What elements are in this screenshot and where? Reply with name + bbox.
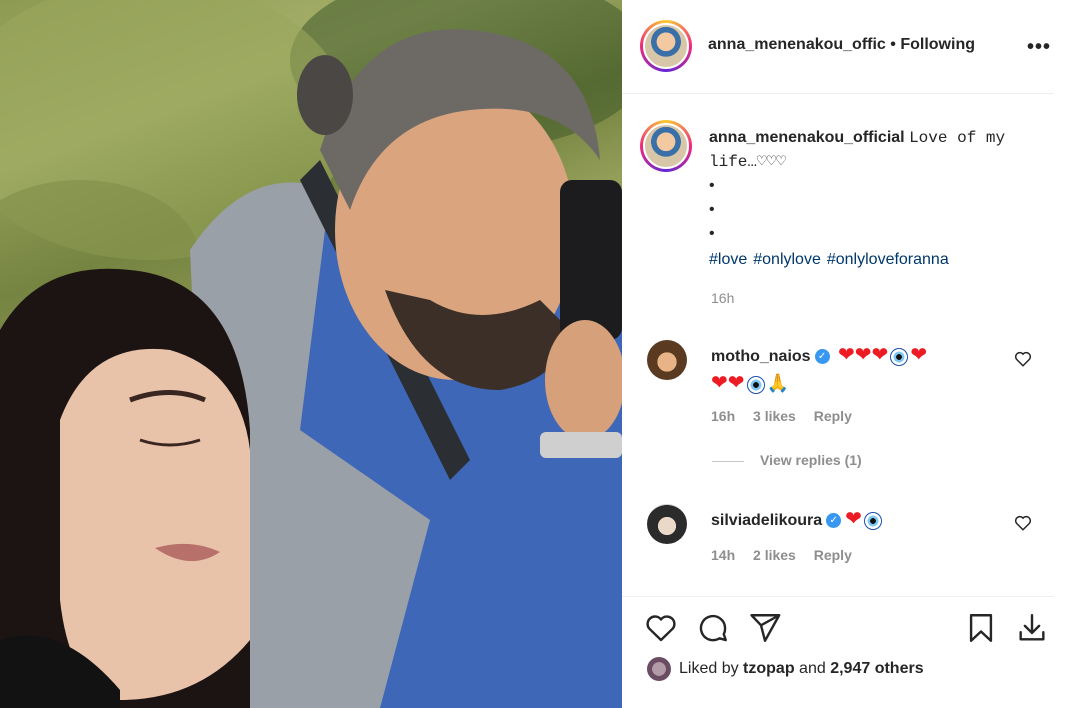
author-avatar[interactable] xyxy=(640,20,692,72)
header-separator: • xyxy=(890,36,896,53)
caption-line2: life…♡♡♡ xyxy=(709,153,786,171)
liked-by-prefix: Liked by xyxy=(679,660,739,678)
comment-like-icon[interactable] xyxy=(1014,514,1032,537)
photo-illustration xyxy=(0,0,622,708)
comment-item: silviadelikoura ✓ ❤ 14h 2 likes Reply xyxy=(622,502,1054,572)
red-heart-emoji: ❤ xyxy=(727,372,745,394)
header-user-line: anna_menenakou_offic • Following xyxy=(708,36,975,54)
comment-username[interactable]: motho_naios xyxy=(711,348,811,365)
others-count[interactable]: 2,947 others xyxy=(830,660,923,677)
verified-badge-icon: ✓ xyxy=(826,513,842,529)
comment-likes[interactable]: 3 likes xyxy=(753,408,796,424)
red-heart-emoji: ❤ xyxy=(711,372,728,394)
share-icon[interactable] xyxy=(748,611,782,650)
post-header: anna_menenakou_offic • Following ••• xyxy=(622,0,1054,94)
header-username[interactable]: anna_menenakou_offic xyxy=(708,36,886,53)
post-sidebar: anna_menenakou_offic • Following ••• ann… xyxy=(622,0,1065,708)
evil-eye-emoji xyxy=(890,347,909,366)
view-replies-label: View replies (1) xyxy=(760,452,862,468)
view-replies-button[interactable]: View replies (1) xyxy=(712,452,862,468)
heart-icon[interactable] xyxy=(644,611,678,650)
more-options-icon[interactable]: ••• xyxy=(1027,36,1051,59)
post-actions-bar: Liked by tzopap and 2,947 others xyxy=(622,596,1054,708)
comment-likes[interactable]: 2 likes xyxy=(753,547,796,563)
hashtag-list: #love #onlylove #onlyloveforanna xyxy=(709,248,1039,272)
liker-username[interactable]: tzopap xyxy=(743,660,795,677)
comment-icon[interactable] xyxy=(696,611,730,650)
download-icon[interactable] xyxy=(1015,611,1049,650)
red-heart-emoji: ❤ xyxy=(871,344,889,366)
caption-line1: Love of my xyxy=(909,129,1006,147)
comment-time[interactable]: 14h xyxy=(711,547,735,563)
bookmark-icon[interactable] xyxy=(964,611,998,650)
post-photo[interactable] xyxy=(0,0,622,708)
comment-meta: 14h 2 likes Reply xyxy=(711,547,866,563)
comment-meta: 16h 3 likes Reply xyxy=(711,408,866,424)
red-heart-emoji: ❤ xyxy=(838,344,855,366)
hashtag-link[interactable]: #onlyloveforanna xyxy=(827,251,949,268)
red-heart-emoji: ❤ xyxy=(854,344,872,366)
reply-button[interactable]: Reply xyxy=(814,547,852,563)
caption-time[interactable]: 16h xyxy=(711,290,734,306)
caption-text: anna_menenakou_official Love of my life…… xyxy=(709,126,1039,272)
caption-dot: • xyxy=(709,225,715,242)
following-button[interactable]: Following xyxy=(900,36,975,53)
liked-by-and: and xyxy=(799,660,826,678)
caption-dot: • xyxy=(709,177,715,194)
comment-like-icon[interactable] xyxy=(1014,350,1032,373)
evil-eye-emoji xyxy=(863,511,882,530)
caption-avatar[interactable] xyxy=(640,120,692,172)
comment-body: silviadelikoura ✓ ❤ xyxy=(711,506,884,534)
liker-avatar[interactable] xyxy=(647,657,671,681)
caption-dot: • xyxy=(709,201,715,218)
reply-button[interactable]: Reply xyxy=(814,408,852,424)
comment-username[interactable]: silviadelikoura xyxy=(711,512,822,529)
hashtag-link[interactable]: #love xyxy=(709,251,747,268)
commenter-avatar[interactable] xyxy=(647,340,687,380)
red-heart-emoji: ❤ xyxy=(845,508,862,530)
red-heart-emoji: ❤ xyxy=(910,344,928,366)
comment-item: motho_naios ✓ ❤❤❤ ❤ ❤❤ 🙏 16h 3 likes Reply … xyxy=(622,338,1054,478)
liked-by-line: Liked by tzopap and 2,947 others xyxy=(647,657,924,681)
comment-time[interactable]: 16h xyxy=(711,408,735,424)
evil-eye-emoji xyxy=(746,375,765,394)
post-caption: anna_menenakou_official Love of my life…… xyxy=(622,96,1054,321)
comment-body: motho_naios ✓ ❤❤❤ ❤ ❤❤ 🙏 xyxy=(711,342,1001,398)
praying-hands-emoji: 🙏 xyxy=(766,373,789,393)
commenter-avatar[interactable] xyxy=(647,504,687,544)
hashtag-link[interactable]: #onlylove xyxy=(753,251,821,268)
verified-badge-icon: ✓ xyxy=(814,349,830,365)
divider xyxy=(712,460,744,462)
caption-username[interactable]: anna_menenakou_official xyxy=(709,129,905,146)
